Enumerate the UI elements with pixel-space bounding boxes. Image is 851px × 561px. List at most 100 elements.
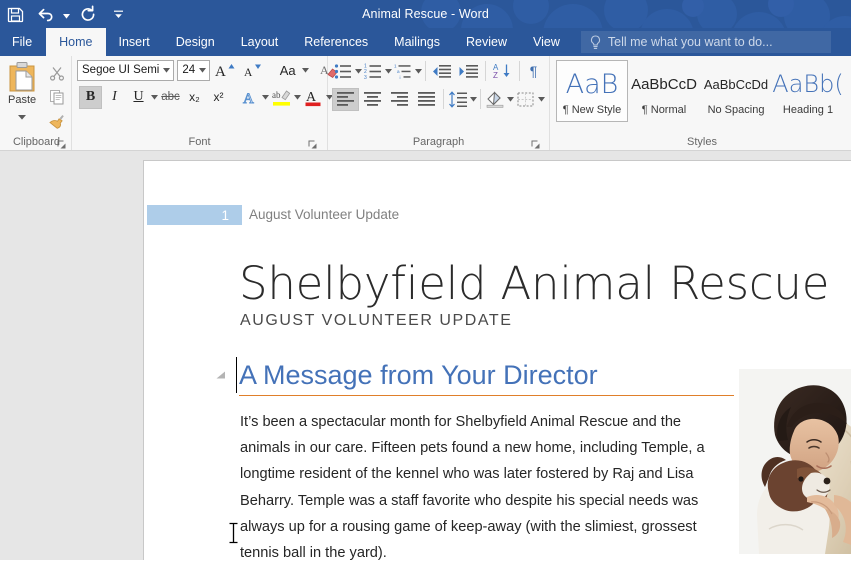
font-name-dropdown-icon[interactable] — [159, 68, 173, 73]
highlight-dropdown-icon[interactable] — [294, 86, 301, 108]
bullets-dropdown-icon[interactable] — [355, 60, 362, 82]
save-icon[interactable] — [0, 1, 30, 27]
show-formatting-marks-button[interactable]: ¶ — [522, 60, 545, 83]
line-spacing-button[interactable] — [447, 88, 470, 111]
tab-references[interactable]: References — [291, 28, 381, 56]
superscript-button[interactable]: x² — [207, 86, 230, 109]
style-heading-1[interactable]: AaBb( Heading 1 — [772, 60, 844, 122]
tab-mailings[interactable]: Mailings — [381, 28, 453, 56]
paste-dropdown-icon[interactable] — [18, 107, 26, 125]
heading-block: A Message from Your Director — [239, 359, 734, 396]
style-new-style[interactable]: AaB ¶ New Style — [556, 60, 628, 122]
tab-insert[interactable]: Insert — [106, 28, 163, 56]
align-right-icon — [390, 91, 409, 107]
borders-dropdown-icon[interactable] — [537, 88, 545, 110]
subscript-button[interactable]: x₂ — [183, 86, 206, 109]
shading-icon — [485, 90, 505, 108]
highlight-button[interactable]: ab — [270, 86, 293, 109]
numbering-button[interactable]: 1 2 3 — [362, 60, 385, 83]
document-subtitle[interactable]: AUGUST VOLUNTEER UPDATE — [240, 312, 512, 330]
tab-layout[interactable]: Layout — [228, 28, 292, 56]
quick-access-toolbar — [0, 0, 133, 28]
document-heading[interactable]: A Message from Your Director — [239, 359, 734, 396]
document-body-paragraph[interactable]: It’s been a spectacular month for Shelby… — [240, 409, 717, 560]
svg-text:1: 1 — [394, 63, 397, 68]
style-no-spacing[interactable]: AaBbCcDd No Spacing — [700, 60, 772, 122]
justify-button[interactable] — [413, 88, 440, 111]
increase-indent-button[interactable] — [455, 60, 482, 83]
numbering-dropdown-icon[interactable] — [385, 60, 392, 82]
align-center-icon — [363, 91, 382, 107]
paste-button[interactable]: Paste — [2, 59, 42, 131]
ribbon: Paste — [0, 56, 851, 151]
collapse-heading-icon[interactable] — [215, 369, 227, 381]
borders-button[interactable] — [514, 88, 537, 111]
font-name-combobox[interactable]: Segoe UI Semi — [77, 60, 174, 81]
strikethrough-button[interactable]: abc — [159, 86, 182, 109]
svg-text:A: A — [215, 64, 226, 80]
align-right-button[interactable] — [386, 88, 413, 111]
svg-text:a: a — [397, 69, 400, 74]
align-left-button[interactable] — [332, 88, 359, 111]
cut-button[interactable] — [46, 62, 68, 83]
clipboard-group-label: Clipboard — [2, 135, 71, 151]
text-effects-button[interactable]: A — [238, 86, 261, 109]
font-size-combobox[interactable]: 24 — [177, 60, 210, 81]
tab-design[interactable]: Design — [163, 28, 228, 56]
font-color-button[interactable]: A — [302, 86, 325, 109]
shrink-font-button[interactable]: A — [239, 59, 266, 82]
underline-dropdown-icon[interactable] — [151, 86, 158, 108]
header-page-number-value: 1 — [147, 205, 242, 225]
paragraph-dialog-launcher[interactable] — [530, 139, 541, 150]
tab-file[interactable]: File — [0, 28, 46, 56]
lightbulb-icon — [589, 35, 602, 50]
style-normal[interactable]: AaBbCcD ¶ Normal — [628, 60, 700, 122]
paste-label: Paste — [8, 94, 36, 106]
svg-text:i: i — [400, 74, 401, 79]
style-preview-text: AaBb( — [772, 70, 843, 98]
style-label: Heading 1 — [783, 103, 833, 117]
shading-button[interactable] — [484, 88, 507, 111]
style-preview: AaBbCcD — [628, 65, 700, 103]
font-size-dropdown-icon[interactable] — [195, 68, 209, 73]
font-name-value: Segoe UI Semi — [82, 64, 159, 76]
clipboard-dialog-launcher[interactable] — [56, 139, 67, 150]
style-preview: AaBbCcDd — [700, 65, 772, 103]
multilevel-list-button[interactable]: 1 a i — [392, 60, 415, 83]
tab-view[interactable]: View — [520, 28, 573, 56]
pilcrow-icon: ¶ — [530, 63, 538, 79]
change-case-dropdown-icon[interactable] — [302, 59, 309, 81]
tab-home[interactable]: Home — [46, 28, 105, 56]
shading-dropdown-icon[interactable] — [507, 88, 515, 110]
italic-label: I — [112, 89, 117, 105]
decrease-indent-button[interactable] — [428, 60, 455, 83]
header-page-number-field[interactable]: 1 — [147, 205, 242, 225]
grow-font-button[interactable]: A — [211, 59, 238, 82]
undo-icon[interactable] — [30, 1, 60, 27]
ribbon-tabs: File Home Insert Design Layout Reference… — [0, 28, 851, 56]
copy-button[interactable] — [46, 86, 68, 107]
bold-button[interactable]: B — [79, 86, 102, 109]
document-image[interactable] — [739, 369, 851, 554]
underline-button[interactable]: U — [127, 86, 150, 109]
align-center-button[interactable] — [359, 88, 386, 111]
redo-icon[interactable] — [73, 1, 103, 27]
tell-me-search-box[interactable]: Tell me what you want to do... — [581, 31, 831, 53]
bullets-button[interactable] — [332, 60, 355, 83]
undo-dropdown-icon[interactable] — [60, 1, 73, 27]
italic-button[interactable]: I — [103, 86, 126, 109]
tab-review[interactable]: Review — [453, 28, 520, 56]
multilevel-list-dropdown-icon[interactable] — [415, 60, 422, 82]
document-page[interactable]: 1 August Volunteer Update Shelbyfield An… — [143, 160, 851, 560]
superscript-label: x² — [214, 90, 224, 104]
text-effects-dropdown-icon[interactable] — [262, 86, 269, 108]
document-header-text[interactable]: August Volunteer Update — [249, 205, 399, 225]
line-spacing-dropdown-icon[interactable] — [470, 88, 478, 110]
customize-quick-access-icon[interactable] — [103, 1, 133, 27]
format-painter-button[interactable] — [46, 110, 68, 131]
document-title[interactable]: Shelbyfield Animal Rescue — [239, 257, 829, 310]
change-case-button[interactable]: Aa — [274, 59, 301, 82]
grow-font-icon: A — [214, 60, 236, 80]
sort-button[interactable]: A Z — [489, 60, 516, 83]
font-dialog-launcher[interactable] — [307, 139, 318, 150]
